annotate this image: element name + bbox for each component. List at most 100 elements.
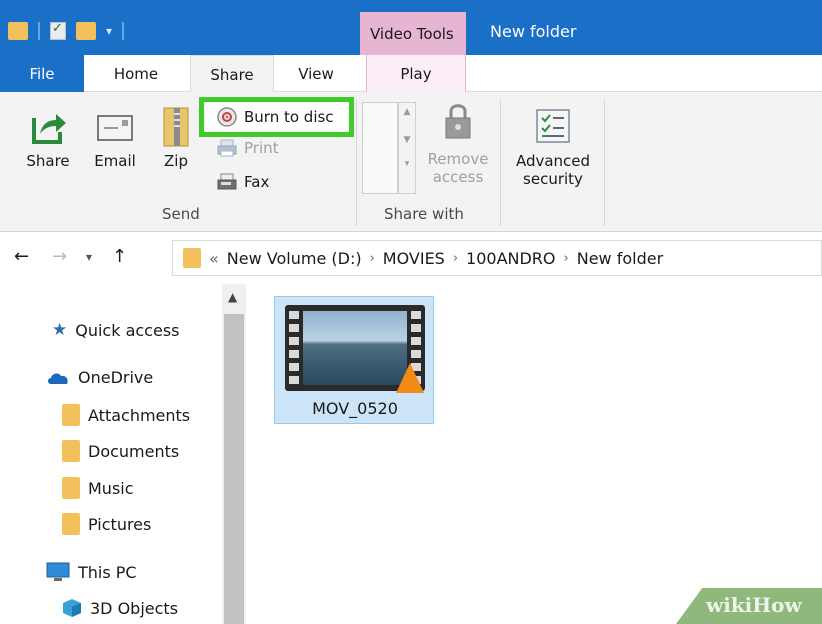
email-icon xyxy=(97,115,133,141)
address-bar[interactable]: « New Volume (D:) › MOVIES › 100ANDRO › … xyxy=(172,240,822,276)
folder-icon xyxy=(8,22,28,40)
advanced-security-label-1: Advanced xyxy=(515,152,591,170)
tab-play[interactable]: Play xyxy=(366,55,466,92)
toolbar-separator xyxy=(122,22,125,40)
navigation-pane: ★ Quick access OneDrive Attachments Docu… xyxy=(0,284,246,624)
scroll-down-icon[interactable]: ▼ xyxy=(399,135,415,145)
print-label: Print xyxy=(244,139,279,157)
nav-3d-objects-label: 3D Objects xyxy=(90,598,179,618)
remove-access-button[interactable]: Remove access xyxy=(422,100,494,186)
zip-label: Zip xyxy=(164,152,188,170)
email-button[interactable]: Email xyxy=(88,104,142,170)
window-title: New folder xyxy=(490,22,577,41)
share-with-scroll[interactable]: ▲ ▼ ▾ xyxy=(398,102,416,194)
folder-icon xyxy=(62,404,80,426)
scrollbar-thumb[interactable] xyxy=(224,314,244,624)
watermark-text: wikiHow xyxy=(706,593,802,617)
file-item[interactable]: MOV_0520 xyxy=(274,296,434,424)
breadcrumb-movies[interactable]: MOVIES xyxy=(383,249,445,268)
burn-to-disc-button[interactable]: Burn to disc xyxy=(216,106,334,128)
fax-icon xyxy=(217,173,237,190)
cloud-icon xyxy=(48,373,68,384)
zip-icon xyxy=(163,107,189,147)
lock-icon xyxy=(445,104,471,139)
tab-share[interactable]: Share xyxy=(190,55,274,93)
zip-button[interactable]: Zip xyxy=(156,104,196,170)
tab-file[interactable]: File xyxy=(0,55,84,92)
remove-access-label-2: access xyxy=(432,168,484,186)
ribbon-divider xyxy=(356,100,357,226)
printer-icon xyxy=(217,139,237,157)
expand-icon[interactable]: ▾ xyxy=(399,159,415,169)
nav-folder-documents[interactable]: Documents xyxy=(62,440,179,462)
breadcrumb-chevron-icon[interactable]: › xyxy=(453,251,458,266)
address-bar-row: ← → ▾ ↑ « New Volume (D:) › MOVIES › 100… xyxy=(0,232,822,284)
nav-quick-access[interactable]: ★ Quick access xyxy=(52,320,180,340)
remove-access-label-1: Remove xyxy=(427,150,489,168)
nav-folder-label: Documents xyxy=(88,441,180,461)
new-folder-icon[interactable] xyxy=(76,22,96,40)
nav-3d-objects[interactable]: 3D Objects xyxy=(62,598,178,618)
breadcrumb-overflow[interactable]: « xyxy=(209,249,219,268)
back-arrow-icon[interactable]: ← xyxy=(14,246,29,267)
customize-toolbar-icon[interactable]: ▾ xyxy=(106,24,112,38)
video-tools-context-tab: Video Tools xyxy=(360,12,466,57)
nav-quick-access-label: Quick access xyxy=(75,320,180,340)
navigation-scrollbar[interactable]: ▲ xyxy=(222,284,246,624)
share-with-group-label: Share with xyxy=(384,205,464,223)
breadcrumb-chevron-icon[interactable]: › xyxy=(370,251,375,266)
breadcrumb-new-volume[interactable]: New Volume (D:) xyxy=(227,249,362,268)
video-frame xyxy=(303,311,407,385)
monitor-icon xyxy=(46,562,70,581)
quick-access-toolbar: ▾ xyxy=(8,21,125,40)
folder-icon xyxy=(183,248,201,268)
recent-locations-icon[interactable]: ▾ xyxy=(86,250,92,264)
vlc-cone-icon xyxy=(396,363,424,393)
scroll-up-icon[interactable]: ▲ xyxy=(228,290,237,304)
ribbon-divider xyxy=(500,100,501,226)
file-view: MOV_0520 xyxy=(246,284,822,624)
nav-folder-attachments[interactable]: Attachments xyxy=(62,404,190,426)
film-perforation xyxy=(289,311,299,385)
nav-folder-label: Music xyxy=(88,478,134,498)
nav-folder-pictures[interactable]: Pictures xyxy=(62,513,151,535)
cube-icon xyxy=(63,599,81,617)
tab-view[interactable]: View xyxy=(280,55,352,92)
send-group-label: Send xyxy=(162,205,200,223)
burn-to-disc-label: Burn to disc xyxy=(244,108,334,126)
share-label: Share xyxy=(26,152,70,170)
fax-label: Fax xyxy=(244,173,270,191)
nav-folder-music[interactable]: Music xyxy=(62,477,134,499)
scroll-up-icon[interactable]: ▲ xyxy=(399,107,415,117)
breadcrumb-new-folder[interactable]: New folder xyxy=(577,249,663,268)
folder-icon xyxy=(62,440,80,462)
advanced-security-label-2: security xyxy=(523,170,583,188)
ribbon-divider xyxy=(604,100,605,226)
share-button[interactable]: Share xyxy=(16,104,80,170)
folder-icon xyxy=(62,513,80,535)
nav-folder-label: Attachments xyxy=(88,405,191,425)
email-label: Email xyxy=(94,152,136,170)
properties-icon[interactable] xyxy=(50,21,66,40)
nav-this-pc[interactable]: This PC xyxy=(46,562,137,582)
disc-icon xyxy=(217,107,237,127)
print-button[interactable]: Print xyxy=(216,138,279,158)
forward-arrow-icon[interactable]: → xyxy=(52,246,67,267)
toolbar-separator xyxy=(38,22,40,40)
breadcrumb-chevron-icon[interactable]: › xyxy=(564,251,569,266)
nav-onedrive[interactable]: OneDrive xyxy=(46,368,153,387)
ribbon-tabs: File Home Share View Play xyxy=(0,55,822,93)
star-icon: ★ xyxy=(52,320,68,340)
nav-folder-label: Pictures xyxy=(88,514,152,534)
security-list-icon xyxy=(536,109,570,143)
title-bar: ▾ Video Tools New folder xyxy=(0,0,822,57)
fax-button[interactable]: Fax xyxy=(216,172,269,192)
up-arrow-icon[interactable]: ↑ xyxy=(112,246,127,267)
breadcrumb-100andro[interactable]: 100ANDRO xyxy=(466,249,555,268)
share-with-list[interactable] xyxy=(362,102,398,194)
share-icon xyxy=(32,114,66,144)
tab-home[interactable]: Home xyxy=(97,55,175,92)
folder-icon xyxy=(62,477,80,499)
file-name: MOV_0520 xyxy=(312,399,398,418)
advanced-security-button[interactable]: Advanced security xyxy=(508,108,598,188)
